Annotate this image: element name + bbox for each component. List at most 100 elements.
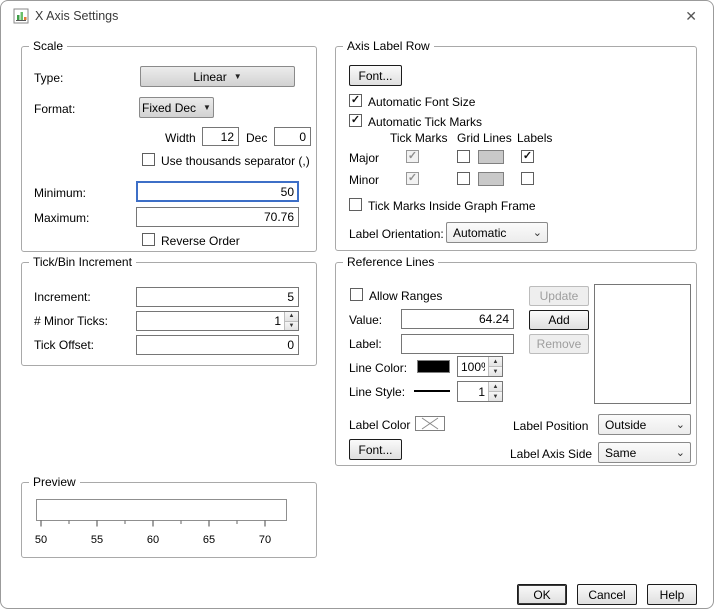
automatic-font-size-checkbox[interactable]: ✓ bbox=[349, 94, 362, 107]
line-width-spinner: ▲ ▼ bbox=[457, 381, 503, 402]
automatic-font-size-label: Automatic Font Size bbox=[368, 95, 475, 109]
type-dropdown[interactable]: Linear ▼ bbox=[140, 66, 295, 87]
add-button[interactable]: Add bbox=[529, 310, 589, 330]
width-label: Width bbox=[165, 131, 196, 145]
line-width-input[interactable] bbox=[458, 382, 488, 401]
minor-ticks-input[interactable] bbox=[137, 312, 284, 330]
cancel-button[interactable]: Cancel bbox=[577, 584, 637, 605]
dropdown-arrow-icon: ▼ bbox=[203, 103, 211, 112]
combo-chevron-icon: ⌄ bbox=[676, 418, 685, 431]
scale-legend: Scale bbox=[29, 39, 67, 53]
format-dropdown[interactable]: Fixed Dec ▼ bbox=[139, 97, 214, 118]
label-position-value: Outside bbox=[605, 418, 646, 432]
spinner-buttons: ▲ ▼ bbox=[488, 357, 502, 376]
increment-input[interactable] bbox=[136, 287, 299, 307]
no-color-x-icon bbox=[416, 417, 444, 430]
window-title: X Axis Settings bbox=[35, 9, 118, 23]
label-label: Label: bbox=[349, 337, 382, 351]
line-color-label: Line Color: bbox=[349, 361, 407, 375]
line-color-swatch[interactable] bbox=[417, 360, 450, 373]
font-button[interactable]: Font... bbox=[349, 65, 402, 86]
allow-ranges-checkbox[interactable] bbox=[350, 288, 363, 301]
tick-offset-input[interactable] bbox=[136, 335, 299, 355]
minor-labels-checkbox[interactable] bbox=[521, 172, 534, 185]
axis-label-row-legend: Axis Label Row bbox=[343, 39, 434, 53]
titlebar: X Axis Settings ✕ bbox=[1, 1, 713, 31]
reference-font-button[interactable]: Font... bbox=[349, 439, 402, 460]
automatic-tick-marks-checkbox[interactable]: ✓ bbox=[349, 114, 362, 127]
preview-tick-label: 50 bbox=[35, 534, 47, 546]
line-opacity-spinner: ▲ ▼ bbox=[457, 356, 503, 377]
combo-chevron-icon: ⌄ bbox=[676, 446, 685, 459]
label-orientation-combo[interactable]: Automatic ⌄ bbox=[446, 222, 548, 243]
label-color-swatch[interactable] bbox=[415, 416, 445, 431]
label-input[interactable] bbox=[401, 334, 514, 354]
spin-up-icon[interactable]: ▲ bbox=[284, 312, 298, 321]
line-opacity-input[interactable] bbox=[458, 357, 488, 376]
label-axis-side-label: Label Axis Side bbox=[510, 447, 592, 461]
reference-lines-group: Reference Lines Allow Ranges Update Valu… bbox=[335, 262, 697, 466]
app-icon bbox=[13, 8, 29, 24]
tick-marks-inside-checkbox[interactable] bbox=[349, 198, 362, 211]
dropdown-arrow-icon: ▼ bbox=[234, 72, 242, 81]
label-orientation-label: Label Orientation: bbox=[349, 227, 444, 241]
reference-lines-legend: Reference Lines bbox=[343, 255, 438, 269]
preview-group: Preview 50 55 60 65 70 bbox=[21, 482, 317, 558]
automatic-tick-marks-label: Automatic Tick Marks bbox=[368, 115, 482, 129]
dec-input[interactable] bbox=[274, 127, 311, 146]
format-value: Fixed Dec bbox=[142, 101, 196, 115]
label-axis-side-combo[interactable]: Same ⌄ bbox=[598, 442, 691, 463]
spinner-buttons: ▲ ▼ bbox=[284, 312, 298, 330]
increment-label: Increment: bbox=[34, 290, 91, 304]
spinner-buttons: ▲ ▼ bbox=[488, 382, 502, 401]
maximum-label: Maximum: bbox=[34, 211, 89, 225]
axis-preview: 50 55 60 65 70 bbox=[35, 497, 305, 551]
major-grid-lines-checkbox[interactable] bbox=[457, 150, 470, 163]
line-style-label: Line Style: bbox=[349, 385, 405, 399]
type-value: Linear bbox=[193, 70, 226, 84]
preview-tick-label: 65 bbox=[203, 534, 215, 546]
label-position-label: Label Position bbox=[513, 419, 588, 433]
line-style-swatch[interactable] bbox=[414, 384, 450, 398]
spin-down-icon[interactable]: ▼ bbox=[284, 321, 298, 331]
minor-ticks-spinner: ▲ ▼ bbox=[136, 311, 299, 331]
column-header-tick-marks: Tick Marks bbox=[390, 131, 448, 145]
width-input[interactable] bbox=[202, 127, 239, 146]
allow-ranges-label: Allow Ranges bbox=[369, 289, 442, 303]
label-position-combo[interactable]: Outside ⌄ bbox=[598, 414, 691, 435]
major-labels-checkbox[interactable]: ✓ bbox=[521, 150, 534, 163]
preview-frame bbox=[37, 500, 287, 521]
column-header-labels: Labels bbox=[517, 131, 552, 145]
spin-up-icon[interactable]: ▲ bbox=[488, 357, 502, 366]
label-axis-side-value: Same bbox=[605, 446, 636, 460]
spin-down-icon[interactable]: ▼ bbox=[488, 391, 502, 401]
major-tick-marks-checkbox[interactable]: ✓ bbox=[406, 150, 419, 163]
reverse-order-checkbox[interactable] bbox=[142, 233, 155, 246]
minimum-input[interactable] bbox=[136, 181, 299, 202]
minor-tick-marks-checkbox[interactable]: ✓ bbox=[406, 172, 419, 185]
maximum-input[interactable] bbox=[136, 207, 299, 227]
value-input[interactable] bbox=[401, 309, 514, 329]
dec-label: Dec bbox=[246, 131, 267, 145]
thousands-separator-label: Use thousands separator (,) bbox=[161, 154, 310, 168]
minor-grid-color-swatch[interactable] bbox=[478, 172, 504, 186]
spin-down-icon[interactable]: ▼ bbox=[488, 366, 502, 376]
label-orientation-value: Automatic bbox=[453, 226, 506, 240]
spin-up-icon[interactable]: ▲ bbox=[488, 382, 502, 391]
tick-bin-increment-group: Tick/Bin Increment Increment: # Minor Ti… bbox=[21, 262, 317, 366]
ok-button[interactable]: OK bbox=[517, 584, 567, 605]
help-button[interactable]: Help bbox=[647, 584, 697, 605]
close-icon[interactable]: ✕ bbox=[685, 8, 697, 25]
minor-grid-lines-checkbox[interactable] bbox=[457, 172, 470, 185]
minor-ticks-label: # Minor Ticks: bbox=[34, 314, 108, 328]
preview-tick-label: 55 bbox=[91, 534, 103, 546]
thousands-separator-checkbox[interactable] bbox=[142, 153, 155, 166]
remove-button[interactable]: Remove bbox=[529, 334, 589, 354]
major-row-label: Major bbox=[349, 151, 379, 165]
line-style-sample bbox=[414, 390, 450, 392]
reference-lines-listbox[interactable] bbox=[594, 284, 691, 404]
update-button[interactable]: Update bbox=[529, 286, 589, 306]
type-label: Type: bbox=[34, 71, 63, 85]
minimum-label: Minimum: bbox=[34, 186, 86, 200]
major-grid-color-swatch[interactable] bbox=[478, 150, 504, 164]
